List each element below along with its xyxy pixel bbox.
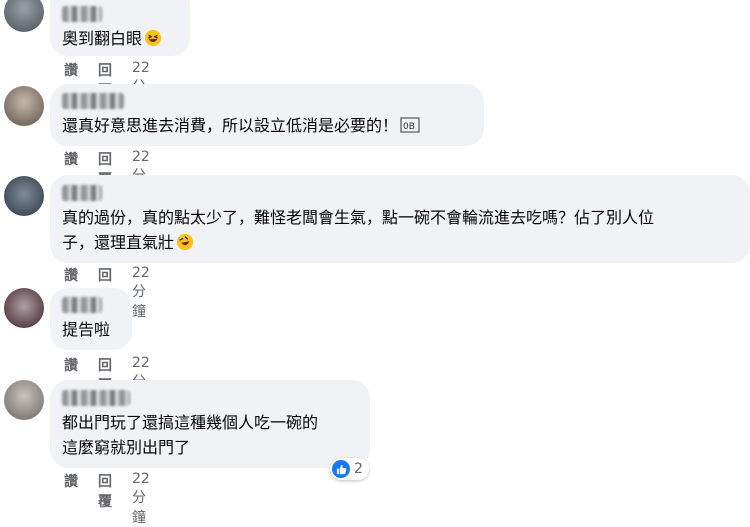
blurred-author-name[interactable] — [62, 6, 102, 22]
avatar[interactable] — [4, 288, 44, 328]
svg-text:0B: 0B — [403, 122, 415, 132]
rolling-laughing-face-icon — [176, 233, 194, 258]
reaction-count: 2 — [354, 461, 363, 477]
comment-bubble: 奧到翻白眼 — [50, 0, 190, 56]
comment-text: 都出門玩了還搞這種幾個人吃一碗的 這麼窮就別出門了 — [62, 413, 319, 457]
comment-text: 真的過份，真的點太少了，難怪老闆會生氣，點一碗不會輪流進去吃嗎？佔了別人位 子，… — [62, 205, 738, 258]
like-button[interactable]: 讚 — [64, 471, 78, 527]
comment-bubble: 提告啦 — [50, 288, 132, 350]
blurred-author-name[interactable] — [62, 185, 102, 201]
comment-text: 還真好意思進去消費，所以設立低消是必要的！ 0B — [62, 113, 472, 141]
comment-text: 奧到翻白眼 — [62, 26, 178, 54]
comment-bubble: 還真好意思進去消費，所以設立低消是必要的！ 0B — [50, 84, 484, 146]
ok-hand-box-icon: 0B — [400, 116, 420, 141]
comment-bubble: 真的過份，真的點太少了，難怪老闆會生氣，點一碗不會輪流進去吃嗎？佔了別人位 子，… — [50, 175, 750, 263]
avatar[interactable] — [4, 86, 44, 126]
reaction-summary[interactable]: 2 — [330, 458, 369, 480]
comment-bubble: 都出門玩了還搞這種幾個人吃一碗的 這麼窮就別出門了 — [50, 380, 370, 468]
avatar[interactable] — [4, 176, 44, 216]
timestamp[interactable]: 22分鐘 — [132, 265, 150, 321]
timestamp[interactable]: 22分鐘 — [132, 471, 150, 527]
avatar[interactable] — [4, 380, 44, 420]
grinning-squint-face-icon — [144, 29, 162, 54]
blurred-author-name[interactable] — [62, 390, 130, 406]
avatar[interactable] — [4, 0, 44, 32]
comment-text: 提告啦 — [62, 320, 111, 339]
blurred-author-name[interactable] — [62, 297, 102, 313]
comment-actions: 讚 回覆 22分鐘 — [64, 471, 150, 527]
blurred-author-name[interactable] — [62, 93, 124, 109]
thumbs-up-icon — [332, 460, 350, 478]
reply-button[interactable]: 回覆 — [98, 471, 112, 527]
